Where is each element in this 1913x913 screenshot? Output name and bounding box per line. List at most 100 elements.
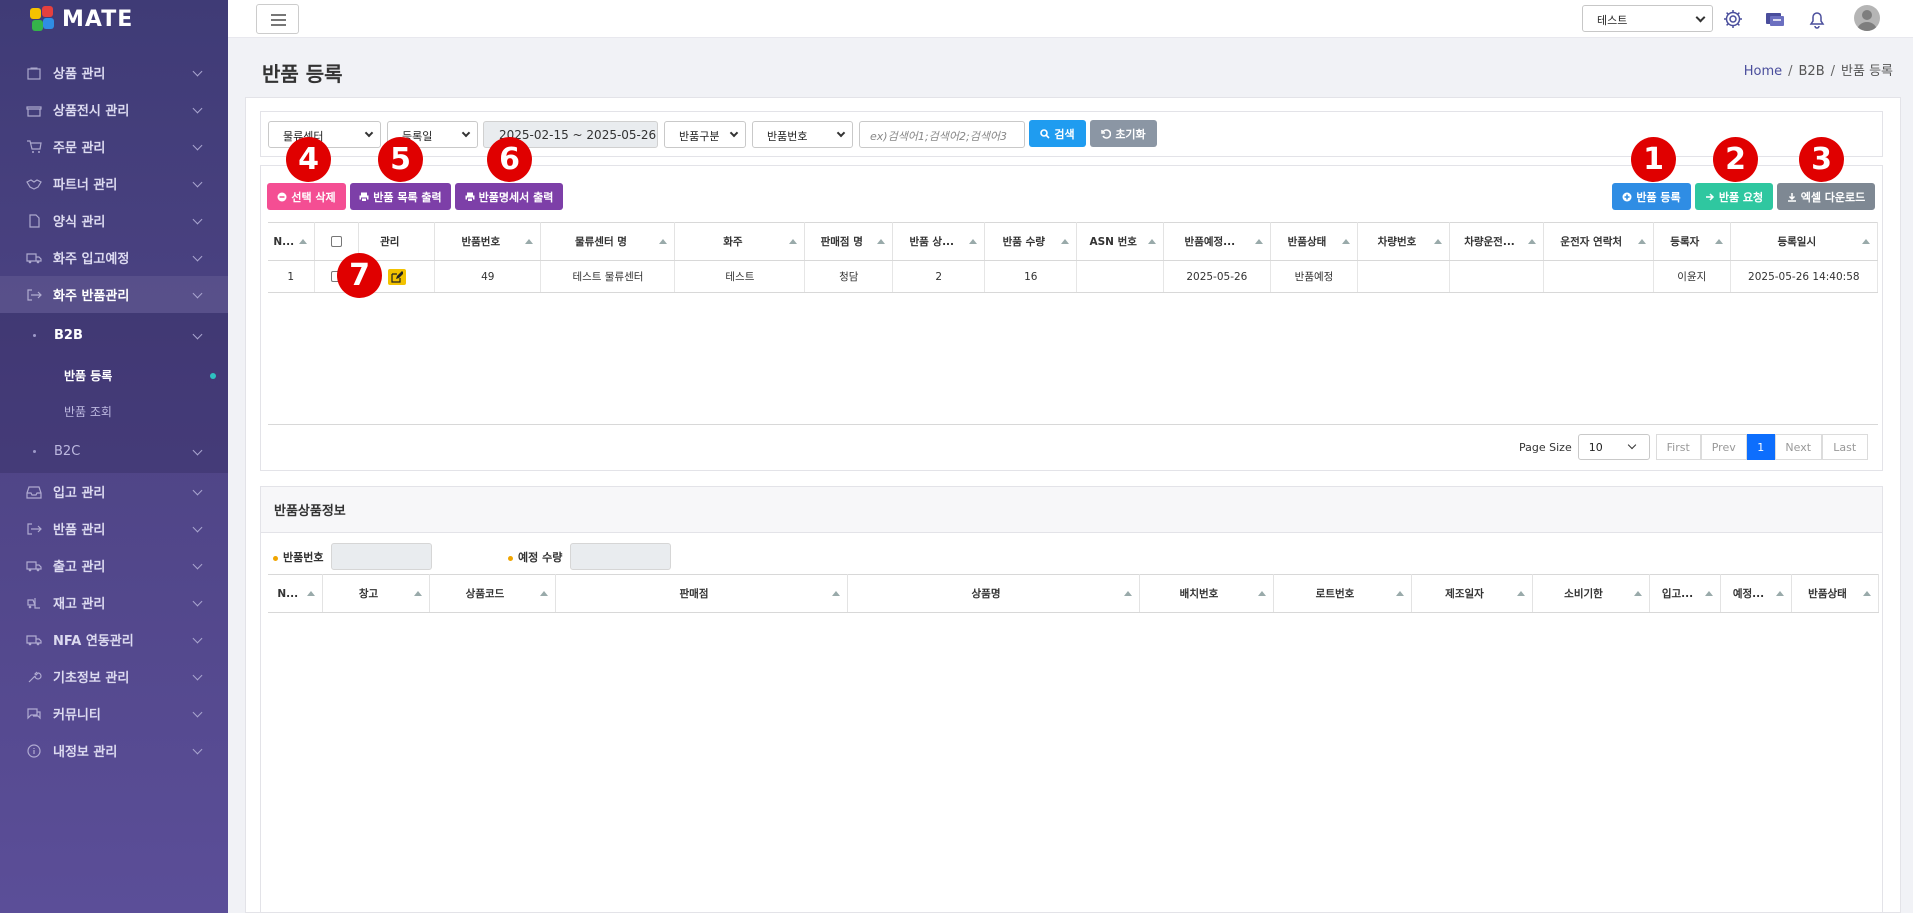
sidebar-item-b2b[interactable]: B2B — [0, 313, 228, 357]
sort-icon[interactable] — [1862, 591, 1871, 596]
sort-icon[interactable] — [1704, 591, 1713, 596]
detail-col-header[interactable]: 소비기한 — [1532, 574, 1650, 613]
detail-col-header[interactable]: 배치번호 — [1139, 574, 1274, 613]
grid-col-header[interactable]: ASN 번호 — [1076, 222, 1165, 261]
grid-col-header[interactable]: 반품예정... — [1163, 222, 1271, 261]
detail-col-header[interactable]: 로트번호 — [1273, 574, 1412, 613]
sidebar-item-myinfo[interactable]: 내정보 관리 — [0, 732, 228, 769]
detail-col-header[interactable]: N... — [268, 574, 323, 613]
sort-icon[interactable] — [1395, 591, 1404, 596]
sidebar-item-display[interactable]: 상품전시 관리 — [0, 91, 228, 128]
sidebar-item-return-register[interactable]: 반품 등록 — [0, 357, 228, 393]
grid-col-header[interactable]: 등록자 — [1653, 222, 1731, 261]
sidebar-item-outbound[interactable]: 출고 관리 — [0, 547, 228, 584]
sort-icon[interactable] — [1775, 591, 1784, 596]
tenant-select[interactable]: 테스트 — [1582, 5, 1713, 32]
select-all-checkbox[interactable] — [330, 236, 342, 247]
grid-col-header[interactable]: 반품번호 — [434, 222, 542, 261]
sort-icon[interactable] — [525, 239, 534, 244]
return-type-select[interactable]: 반품구분 — [664, 121, 746, 148]
grid-col-header[interactable]: 운전자 연락처 — [1543, 222, 1654, 261]
last-page-button[interactable]: Last — [1821, 434, 1868, 460]
bell-icon[interactable] — [1806, 8, 1828, 30]
sidebar-item-return-search[interactable]: 반품 조회 — [0, 393, 228, 429]
print-detail-button[interactable]: 반품명세서 출력 — [455, 183, 563, 210]
search-input[interactable]: ex)검색어1;검색어2;검색어3 — [859, 121, 1025, 148]
sort-icon[interactable] — [413, 591, 422, 596]
sort-icon[interactable] — [877, 239, 886, 244]
grid-col-header[interactable]: 화주 — [674, 222, 806, 261]
sort-icon[interactable] — [1342, 239, 1351, 244]
first-page-button[interactable]: First — [1655, 434, 1701, 460]
detail-col-header[interactable]: 판매점 — [555, 574, 848, 613]
prev-page-button[interactable]: Prev — [1700, 434, 1747, 460]
detail-col-header[interactable]: 상품코드 — [429, 574, 556, 613]
table-row[interactable]: 1 49 테스트 물류센터 테스트 청담 2 16 2025-05-26 반품예… — [268, 260, 1879, 293]
grid-col-header[interactable]: 반품 상... — [892, 222, 986, 261]
sort-icon[interactable] — [1527, 239, 1536, 244]
sort-icon[interactable] — [1637, 239, 1646, 244]
detail-col-header[interactable]: 예정... — [1720, 574, 1792, 613]
breadcrumb-b2b[interactable]: B2B — [1799, 64, 1825, 79]
grid-col-header[interactable]: 물류센터 명 — [540, 222, 676, 261]
sort-icon[interactable] — [969, 239, 978, 244]
sidebar-item-inbound[interactable]: 입고 관리 — [0, 473, 228, 510]
sidebar-item-product[interactable]: 상품 관리 — [0, 54, 228, 91]
grid-col-header[interactable]: 차량운전... — [1449, 222, 1544, 261]
detail-col-header[interactable]: 입고... — [1649, 574, 1721, 613]
search-button[interactable]: 검색 — [1029, 120, 1086, 147]
detail-col-header[interactable]: 제조일자 — [1411, 574, 1533, 613]
grid-col-header[interactable]: 차량번호 — [1357, 222, 1451, 261]
sidebar-item-nfa[interactable]: NFA 연동관리 — [0, 621, 228, 658]
search-field-select[interactable]: 반품번호 — [752, 121, 853, 148]
page-1-button[interactable]: 1 — [1746, 434, 1775, 460]
sort-icon[interactable] — [659, 239, 668, 244]
sort-icon[interactable] — [1862, 239, 1870, 244]
switch-account-icon[interactable] — [1764, 8, 1786, 30]
sidebar-item-b2c[interactable]: B2C — [0, 429, 228, 473]
sort-icon[interactable] — [1061, 239, 1070, 244]
sidebar-item-basic[interactable]: 기초정보 관리 — [0, 658, 228, 695]
menu-toggle-button[interactable] — [256, 4, 299, 34]
sidebar-item-return-mgmt[interactable]: 화주 반품관리 — [0, 276, 228, 313]
grid-col-header[interactable]: 등록일시 — [1730, 222, 1879, 261]
grid-col-header[interactable]: 반품상태 — [1270, 222, 1359, 261]
delete-selected-button[interactable]: 선택 삭제 — [267, 183, 346, 210]
sort-icon[interactable] — [1257, 591, 1266, 596]
request-return-button[interactable]: 반품 요청 — [1695, 183, 1773, 210]
detail-col-header[interactable]: 상품명 — [847, 574, 1140, 613]
sort-icon[interactable] — [1516, 591, 1525, 596]
breadcrumb-home[interactable]: Home — [1744, 64, 1782, 79]
sort-icon[interactable] — [1254, 239, 1263, 244]
logo[interactable]: MATE — [0, 0, 228, 38]
sidebar-item-order[interactable]: 주문 관리 — [0, 128, 228, 165]
grid-col-header[interactable]: N... — [268, 222, 315, 261]
detail-col-header[interactable]: 창고 — [322, 574, 430, 613]
reset-button[interactable]: 초기화 — [1090, 120, 1157, 147]
sort-icon[interactable] — [831, 591, 840, 596]
sidebar-item-stock[interactable]: 재고 관리 — [0, 584, 228, 621]
edit-icon[interactable] — [387, 268, 406, 285]
gear-icon[interactable] — [1722, 8, 1744, 30]
excel-download-button[interactable]: 엑셀 다운로드 — [1777, 183, 1875, 210]
print-list-button[interactable]: 반품 목록 출력 — [350, 183, 451, 210]
grid-col-header[interactable]: 판매점 명 — [804, 222, 894, 261]
sort-icon[interactable] — [298, 239, 307, 244]
sort-icon[interactable] — [1633, 591, 1642, 596]
sort-icon[interactable] — [306, 591, 315, 596]
grid-col-header[interactable]: 반품 수량 — [984, 222, 1078, 261]
sidebar-item-inbound-plan[interactable]: 화주 입고예정 — [0, 239, 228, 276]
sort-icon[interactable] — [1714, 239, 1723, 244]
next-page-button[interactable]: Next — [1774, 434, 1822, 460]
sort-icon[interactable] — [1434, 239, 1443, 244]
sidebar-item-partner[interactable]: 파트너 관리 — [0, 165, 228, 202]
sidebar-item-community[interactable]: 커뮤니티 — [0, 695, 228, 732]
sort-icon[interactable] — [539, 591, 548, 596]
sidebar-item-returns[interactable]: 반품 관리 — [0, 510, 228, 547]
sidebar-item-form[interactable]: 양식 관리 — [0, 202, 228, 239]
page-size-select[interactable]: 10 — [1577, 434, 1650, 460]
sort-icon[interactable] — [1123, 591, 1132, 596]
avatar[interactable] — [1854, 5, 1880, 31]
detail-col-header[interactable]: 반품상태 — [1791, 574, 1879, 613]
sort-icon[interactable] — [1148, 239, 1157, 244]
